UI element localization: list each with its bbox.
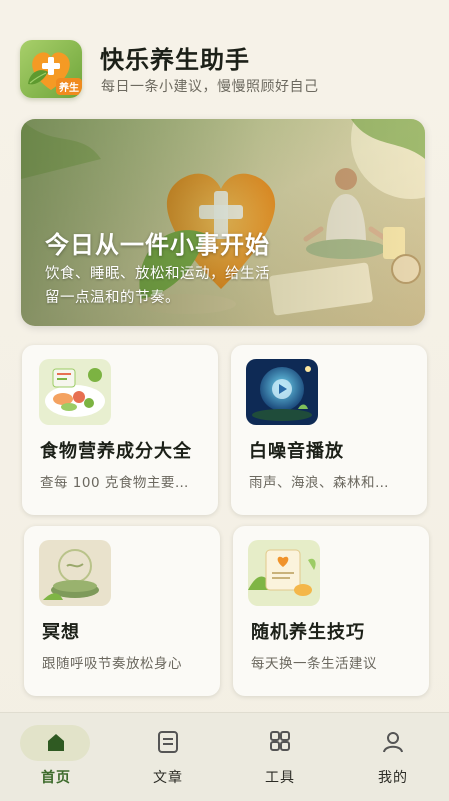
hero-title: 今日从一件小事开始	[45, 231, 270, 259]
home-icon	[38, 727, 74, 757]
grid-icon	[262, 727, 298, 757]
app-header: 养生 快乐养生助手 每日一条小建议，慢慢照顾好自己	[20, 38, 430, 100]
app-logo: 养生	[20, 40, 82, 98]
card-title: 食物营养成分大全	[40, 441, 192, 462]
logo-tag: 养生	[56, 78, 82, 95]
card-meditation[interactable]: 冥想 跟随呼吸节奏放松身心	[24, 526, 220, 696]
tips-card-icon	[248, 540, 320, 606]
tab-profile[interactable]: 我的	[337, 713, 449, 801]
app-title: 快乐养生助手	[100, 46, 250, 74]
card-food-nutrition[interactable]: 食物营养成分大全 查每 100 克食物主要…	[22, 345, 218, 515]
card-random-tips[interactable]: 随机养生技巧 每天换一条生活建议	[233, 526, 429, 696]
card-description: 查每 100 克食物主要…	[40, 475, 189, 491]
card-title: 冥想	[42, 622, 80, 643]
tab-label: 我的	[378, 770, 408, 786]
user-icon	[375, 727, 411, 757]
card-description: 每天换一条生活建议	[251, 656, 377, 672]
card-white-noise[interactable]: 白噪音播放 雨声、海浪、森林和…	[231, 345, 427, 515]
hero-text-line: 饮食、睡眠、放松和运动，给生活	[45, 266, 270, 282]
card-title: 白噪音播放	[249, 441, 344, 462]
play-icon	[246, 359, 318, 425]
food-plate-icon	[39, 359, 111, 425]
app-subtitle: 每日一条小建议，慢慢照顾好自己	[101, 79, 319, 95]
bottom-tab-bar: 首页 文章 工具 我的	[0, 712, 449, 801]
card-title: 随机养生技巧	[251, 622, 365, 643]
hero-text-line: 留一点温和的节奏。	[45, 290, 180, 306]
tab-tools[interactable]: 工具	[224, 713, 336, 801]
article-icon	[150, 727, 186, 757]
tab-articles[interactable]: 文章	[112, 713, 224, 801]
tab-label: 工具	[265, 770, 295, 786]
meditation-cushion-icon	[39, 540, 111, 606]
tab-home[interactable]: 首页	[0, 713, 112, 801]
tab-label: 文章	[153, 770, 183, 786]
card-description: 跟随呼吸节奏放松身心	[42, 656, 182, 672]
tab-label: 首页	[41, 770, 71, 786]
hero-description: 饮食、睡眠、放松和运动，给生活 留一点温和的节奏。	[45, 262, 315, 310]
hero-banner[interactable]: 今日从一件小事开始 饮食、睡眠、放松和运动，给生活 留一点温和的节奏。	[21, 119, 425, 326]
card-description: 雨声、海浪、森林和…	[249, 475, 389, 491]
